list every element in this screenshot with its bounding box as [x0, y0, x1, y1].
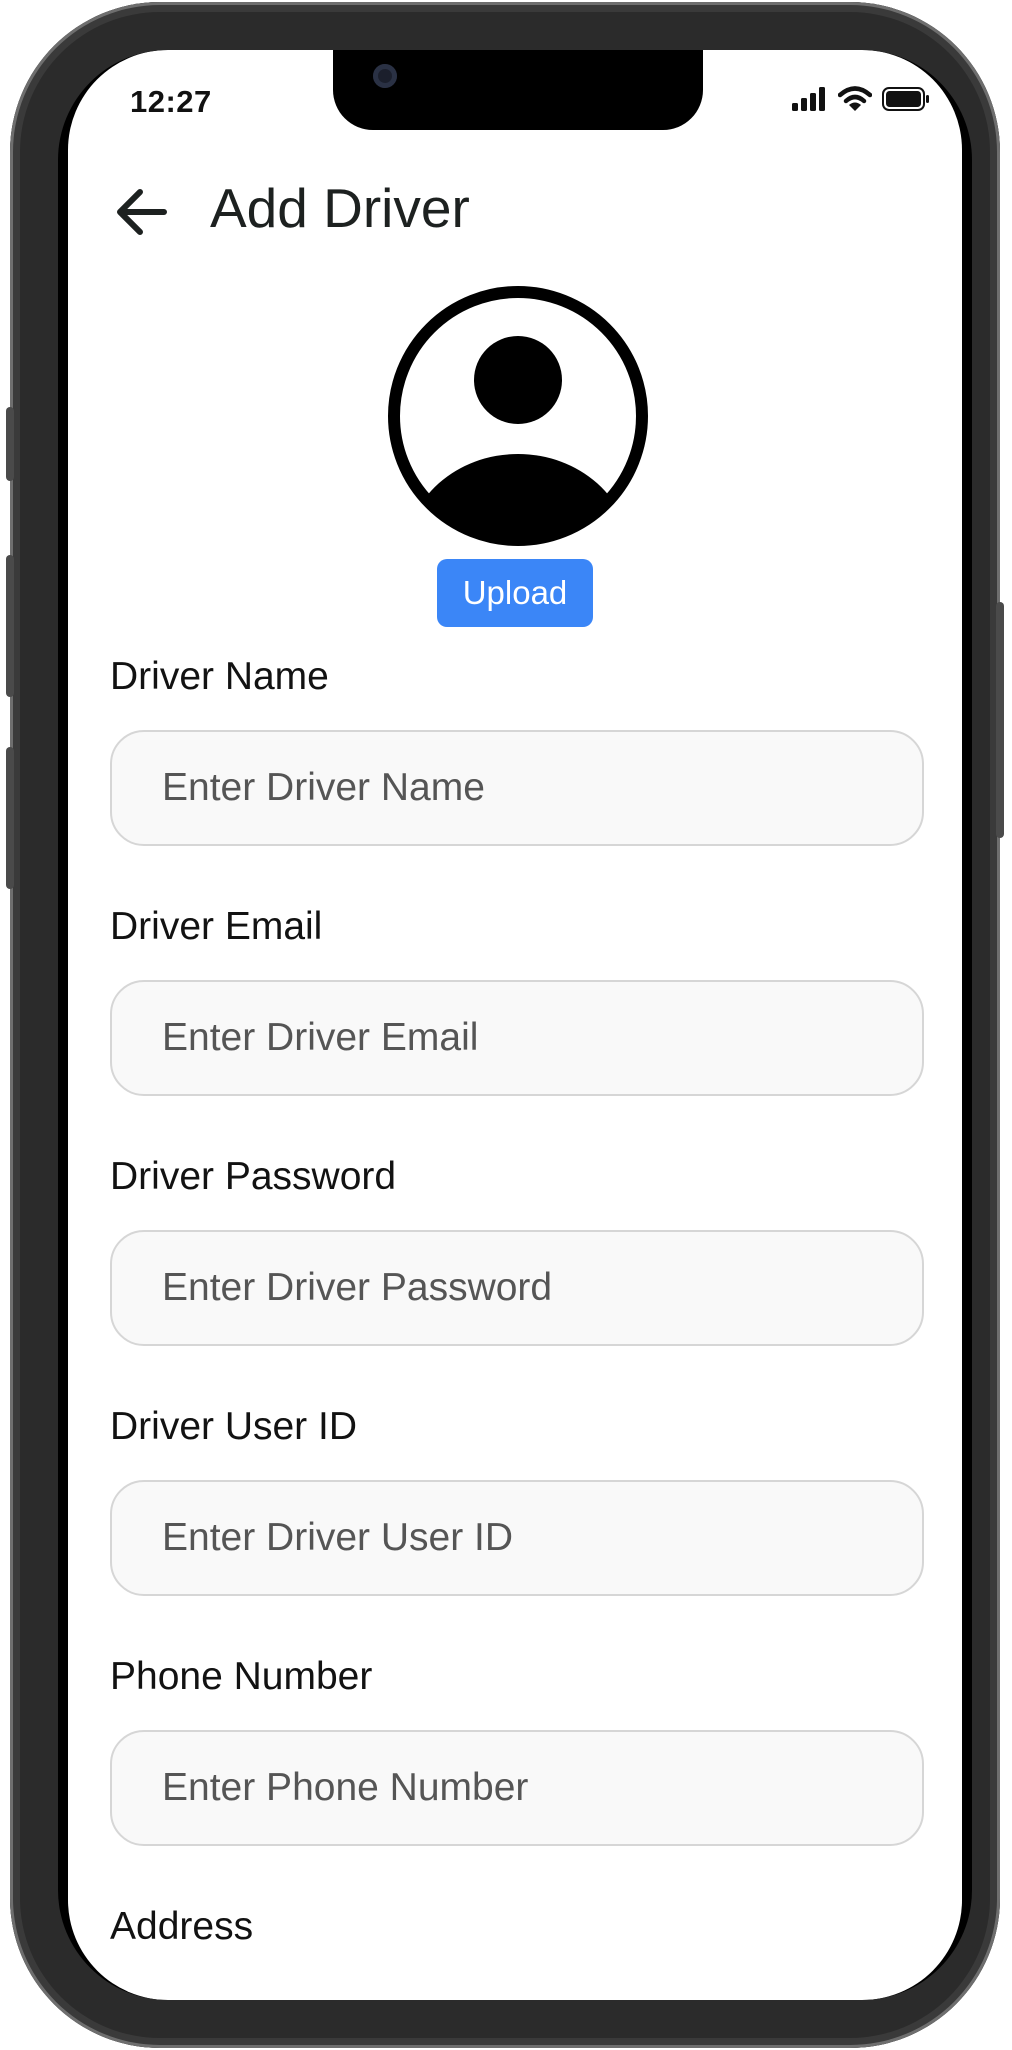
driver-email-input[interactable]	[110, 980, 924, 1096]
volume-up-button	[6, 555, 14, 697]
driver-password-label: Driver Password	[110, 1155, 397, 1198]
upload-button[interactable]: Upload	[437, 559, 593, 627]
power-button	[996, 602, 1004, 838]
driver-password-input[interactable]	[110, 1230, 924, 1346]
phone-frame: 12:27 Add Driver Upload Driver Name Ente…	[6, 2, 1004, 2048]
status-icons	[792, 86, 930, 112]
driver-name-label: Driver Name	[110, 655, 329, 698]
phone-number-input[interactable]	[110, 1730, 924, 1846]
volume-down-button	[6, 747, 14, 889]
front-camera	[373, 64, 397, 88]
driver-user-id-label: Driver User ID	[110, 1405, 358, 1448]
address-label: Address	[110, 1905, 254, 1948]
notch	[333, 50, 703, 130]
signal-icon	[792, 87, 825, 111]
user-avatar-icon	[388, 286, 648, 546]
screen: 12:27 Add Driver Upload Driver Name Ente…	[58, 50, 972, 2000]
battery-icon	[882, 87, 929, 111]
phone-number-label: Phone Number	[110, 1655, 373, 1698]
silent-switch	[6, 407, 14, 481]
driver-user-id-input[interactable]	[110, 1480, 924, 1596]
app-screen: 12:27 Add Driver Upload Driver Name Ente…	[68, 50, 962, 2000]
status-time: 12:27	[130, 84, 212, 119]
wifi-icon	[838, 86, 872, 111]
driver-email-label: Driver Email	[110, 905, 323, 948]
arrow-left-icon[interactable]	[110, 180, 174, 244]
driver-name-input[interactable]	[110, 730, 924, 846]
page-title: Add Driver	[210, 177, 470, 239]
